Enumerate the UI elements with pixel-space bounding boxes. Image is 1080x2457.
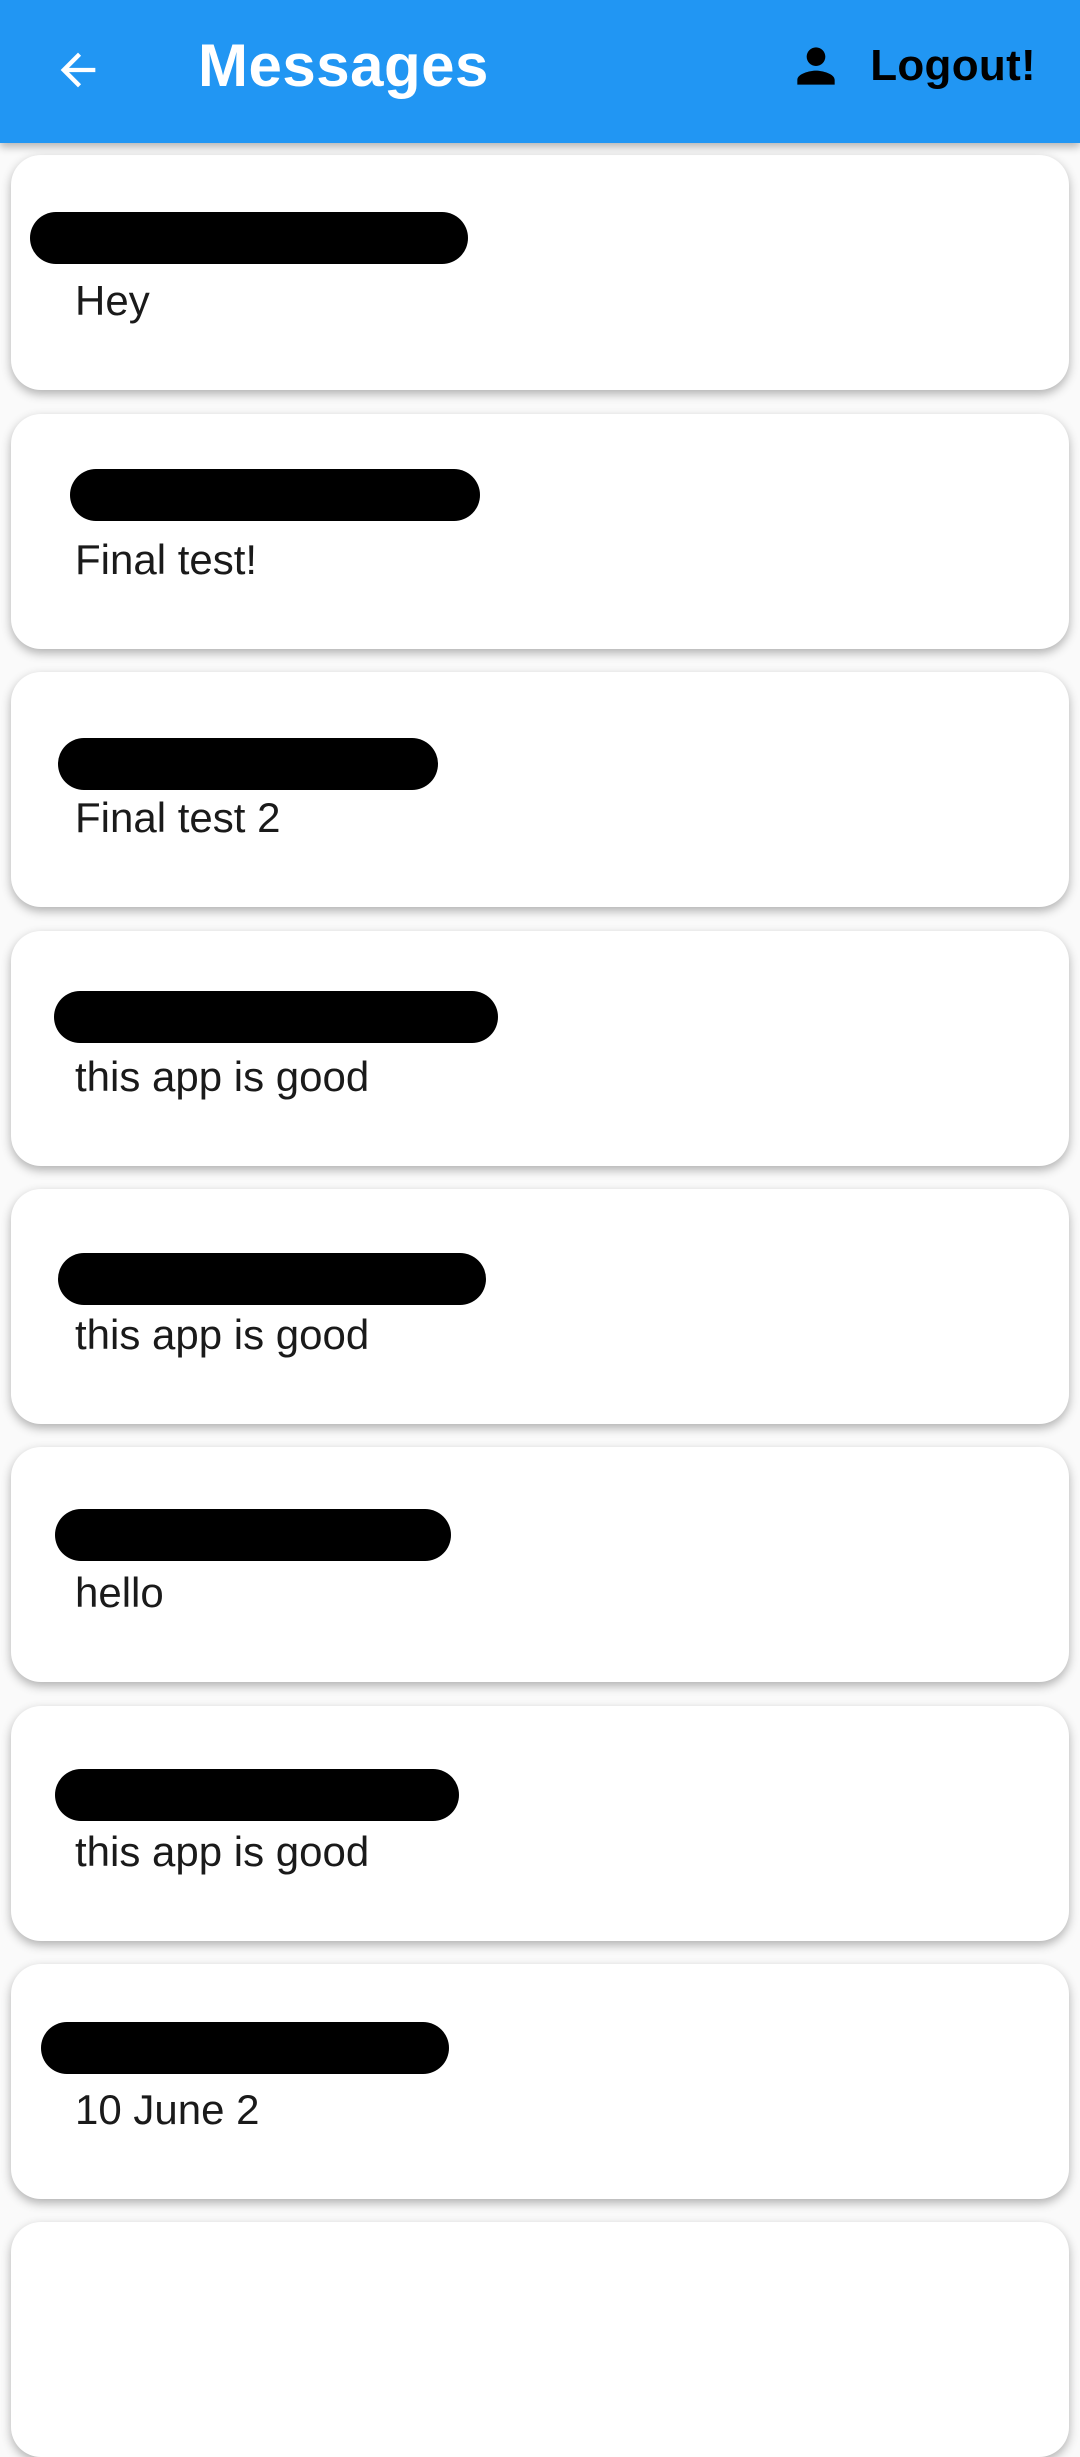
message-text: Final test 2 [75, 794, 281, 841]
logout-label: Logout! [870, 41, 1036, 90]
back-button[interactable] [28, 22, 128, 122]
redacted-sender [54, 991, 498, 1043]
message-card[interactable]: this app is good [11, 1189, 1069, 1424]
message-card[interactable]: Hey [11, 155, 1069, 390]
message-text: Hey [75, 277, 150, 324]
message-text: this app is good [75, 1311, 370, 1358]
app-bar: Messages Logout! [0, 0, 1080, 143]
redacted-sender [55, 1769, 459, 1821]
message-text: hello [75, 1569, 164, 1616]
message-card[interactable]: 10 June 2 [11, 1964, 1069, 2199]
person-icon [788, 38, 844, 94]
message-card[interactable]: Final test 2 [11, 672, 1069, 907]
redacted-sender [55, 1509, 451, 1561]
arrow-back-icon [52, 44, 104, 101]
redacted-sender [41, 2022, 449, 2074]
message-text: Final test! [75, 536, 258, 583]
message-text: this app is good [75, 1828, 370, 1875]
page-title: Messages [198, 32, 489, 99]
logout-button[interactable]: Logout! [788, 0, 1036, 132]
message-list[interactable]: Hey Final test! Final test 2 this app is… [0, 0, 1080, 2457]
message-text: 10 June 2 [75, 2086, 260, 2133]
message-text: this app is good [75, 1053, 370, 1100]
message-card[interactable]: this app is good [11, 1706, 1069, 1941]
message-card[interactable]: this app is good [11, 931, 1069, 1166]
redacted-sender [30, 212, 468, 264]
redacted-sender [58, 1253, 486, 1305]
message-card[interactable]: hello [11, 1447, 1069, 1682]
redacted-sender [58, 738, 438, 790]
message-card[interactable] [11, 2222, 1069, 2457]
redacted-sender [70, 469, 480, 521]
message-card[interactable]: Final test! [11, 414, 1069, 649]
